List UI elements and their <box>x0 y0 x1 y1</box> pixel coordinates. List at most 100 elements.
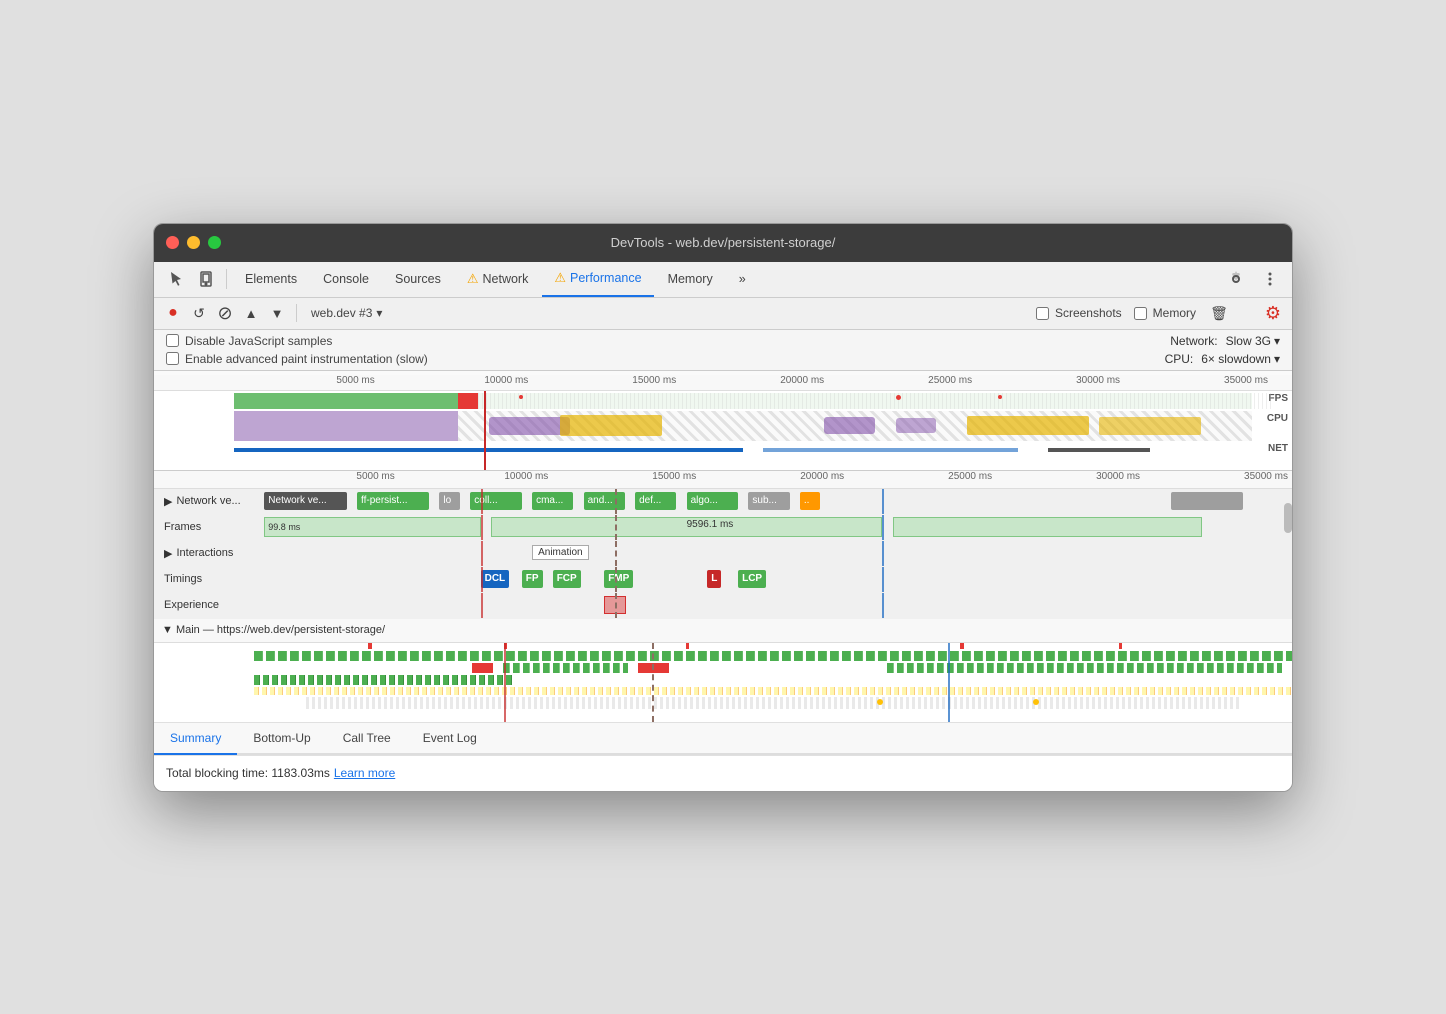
flame-marker-5 <box>1119 643 1122 649</box>
network-row-label: ▶ Network ve... <box>154 495 254 508</box>
learn-more-link[interactable]: Learn more <box>334 766 395 780</box>
timing-fmp: FMP <box>604 570 633 588</box>
network-chip-8[interactable]: algo... <box>687 492 739 510</box>
main-toolbar: Elements Console Sources ⚠ Network ⚠ Per… <box>154 262 1292 298</box>
screenshots-memory-area: Screenshots Memory 🗑 ⚙ <box>1036 302 1284 324</box>
window-controls <box>166 236 221 249</box>
tab-elements[interactable]: Elements <box>233 261 309 297</box>
network-chip-2[interactable]: ff-persist... <box>357 492 429 510</box>
network-row-content[interactable]: Network ve... ff-persist... lo coll... c… <box>254 489 1284 514</box>
network-row: ▶ Network ve... Network ve... ff-persist… <box>154 489 1292 515</box>
memory-checkbox-label[interactable]: Memory <box>1134 306 1196 320</box>
timings-content[interactable]: DCL FP FCP FMP L LCP <box>254 567 1284 592</box>
performance-warning-icon: ⚠ <box>554 270 566 286</box>
screenshots-checkbox[interactable] <box>1036 307 1049 320</box>
close-button[interactable] <box>166 236 179 249</box>
tab-network[interactable]: ⚠ Network <box>455 261 541 297</box>
enable-advanced-paint-label[interactable]: Enable advanced paint instrumentation (s… <box>166 352 428 366</box>
timing-lcp: LCP <box>738 570 766 588</box>
frame-block-3 <box>893 517 1202 537</box>
clear-button[interactable]: ⊘ <box>214 302 236 324</box>
title-bar: DevTools - web.dev/persistent-storage/ <box>154 224 1292 262</box>
import-button[interactable]: ▲ <box>240 302 262 324</box>
export-button[interactable]: ▼ <box>266 302 288 324</box>
disable-js-samples-checkbox[interactable] <box>166 334 179 347</box>
network-chip-6[interactable]: and... <box>584 492 625 510</box>
performance-settings-button[interactable]: ⚙ <box>1262 302 1284 324</box>
timings-label: Timings <box>154 573 254 585</box>
cpu-label: CPU <box>1267 413 1288 424</box>
experience-content[interactable] <box>254 593 1284 618</box>
minimize-button[interactable] <box>187 236 200 249</box>
flame-chart[interactable] <box>154 643 1292 723</box>
animation-badge: Animation <box>532 545 588 560</box>
tab-separator-1 <box>226 269 227 289</box>
interactions-row: ▶ Interactions Animation <box>154 541 1292 567</box>
experience-row: Experience <box>154 593 1292 619</box>
record-button[interactable]: ● <box>162 302 184 324</box>
network-chip-5[interactable]: cma... <box>532 492 573 510</box>
network-chip-1[interactable]: Network ve... <box>264 492 346 510</box>
main-content-area[interactable]: 5000 ms 10000 ms 15000 ms 20000 ms 25000… <box>154 471 1292 723</box>
enable-advanced-paint-row: Enable advanced paint instrumentation (s… <box>166 352 428 366</box>
ruler-mark-15000: 15000 ms <box>632 375 676 386</box>
cpu-slowdown-dropdown[interactable]: 6× slowdown ▾ <box>1201 352 1280 366</box>
network-warning-icon: ⚠ <box>467 271 479 287</box>
ruler-mark-10000: 10000 ms <box>484 375 528 386</box>
disable-js-samples-label[interactable]: Disable JavaScript samples <box>166 334 332 348</box>
tab-sources[interactable]: Sources <box>383 261 453 297</box>
more-options-button[interactable] <box>1256 265 1284 293</box>
network-chip-4[interactable]: coll... <box>470 492 522 510</box>
tab-bottom-up[interactable]: Bottom-Up <box>237 723 326 755</box>
bottom-tabs: Summary Bottom-Up Call Tree Event Log <box>154 723 1292 755</box>
yellow-dot-2 <box>1033 699 1039 705</box>
cpu-slowdown-row: CPU: 6× slowdown ▾ <box>1165 352 1280 366</box>
overview-timeline[interactable]: 5000 ms 10000 ms 15000 ms 20000 ms 25000… <box>154 371 1292 471</box>
network-chip-7[interactable]: def... <box>635 492 676 510</box>
flame-green-2 <box>887 663 1281 673</box>
enable-advanced-paint-checkbox[interactable] <box>166 352 179 365</box>
toolbar-right <box>1222 265 1284 293</box>
network-chip-10[interactable]: .. <box>800 492 821 510</box>
tab-summary[interactable]: Summary <box>154 723 237 755</box>
memory-checkbox[interactable] <box>1134 307 1147 320</box>
network-chip-3[interactable]: lo <box>439 492 460 510</box>
tab-performance[interactable]: ⚠ Performance <box>542 261 653 297</box>
main-thread-header[interactable]: ▼ Main — https://web.dev/persistent-stor… <box>154 619 1292 643</box>
window-title: DevTools - web.dev/persistent-storage/ <box>611 235 836 250</box>
settings-button[interactable] <box>1222 265 1250 293</box>
inspect-icon[interactable] <box>162 265 190 293</box>
profile-selector[interactable]: web.dev #3 ▾ <box>305 304 388 322</box>
network-chip-9[interactable]: sub... <box>748 492 789 510</box>
blocking-time-text: Total blocking time: 1183.03ms <box>166 766 330 780</box>
timing-l: L <box>707 570 721 588</box>
tab-more[interactable]: » <box>727 261 758 297</box>
ruler-mark-30000: 30000 ms <box>1076 375 1120 386</box>
frames-row: Frames 99.8 ms 9596.1 ms <box>154 515 1292 541</box>
main-ruler-30000: 30000 ms <box>1096 471 1140 482</box>
interactions-content[interactable]: Animation <box>254 541 1284 566</box>
flame-marker-1 <box>368 643 372 649</box>
main-ruler-10000: 10000 ms <box>504 471 548 482</box>
tab-memory[interactable]: Memory <box>656 261 725 297</box>
tab-console[interactable]: Console <box>311 261 381 297</box>
device-icon[interactable] <box>192 265 220 293</box>
screenshots-checkbox-label[interactable]: Screenshots <box>1036 306 1122 320</box>
tab-event-log[interactable]: Event Log <box>407 723 493 755</box>
network-chip-11[interactable] <box>1171 492 1243 510</box>
flame-marker-3 <box>686 643 689 649</box>
yellow-dot-1 <box>877 699 883 705</box>
ruler-mark-5000: 5000 ms <box>336 375 374 386</box>
frames-content[interactable]: 99.8 ms 9596.1 ms <box>254 515 1284 540</box>
flame-marker-4 <box>960 643 964 649</box>
delete-recording-button[interactable]: 🗑 <box>1208 302 1230 324</box>
network-speed-dropdown[interactable]: Slow 3G ▾ <box>1226 334 1280 348</box>
main-ruler-20000: 20000 ms <box>800 471 844 482</box>
reload-button[interactable]: ↺ <box>188 302 210 324</box>
options-bar: Disable JavaScript samples Enable advanc… <box>154 330 1292 371</box>
status-bar: Total blocking time: 1183.03ms Learn mor… <box>154 755 1292 791</box>
tab-call-tree[interactable]: Call Tree <box>327 723 407 755</box>
experience-label: Experience <box>154 599 254 611</box>
maximize-button[interactable] <box>208 236 221 249</box>
interactions-label: ▶ Interactions <box>154 547 254 560</box>
